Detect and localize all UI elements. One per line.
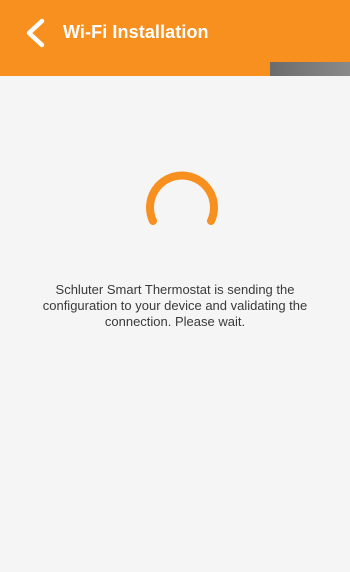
app-bar: Wi-Fi Installation (0, 0, 350, 68)
status-message: Schluter Smart Thermostat is sending the… (42, 282, 308, 329)
back-button[interactable] (20, 16, 50, 50)
progress-bar-fill (270, 62, 350, 76)
page-title: Wi-Fi Installation (63, 22, 209, 42)
chevron-left-icon (26, 18, 45, 48)
loading-spinner-icon (146, 171, 218, 225)
